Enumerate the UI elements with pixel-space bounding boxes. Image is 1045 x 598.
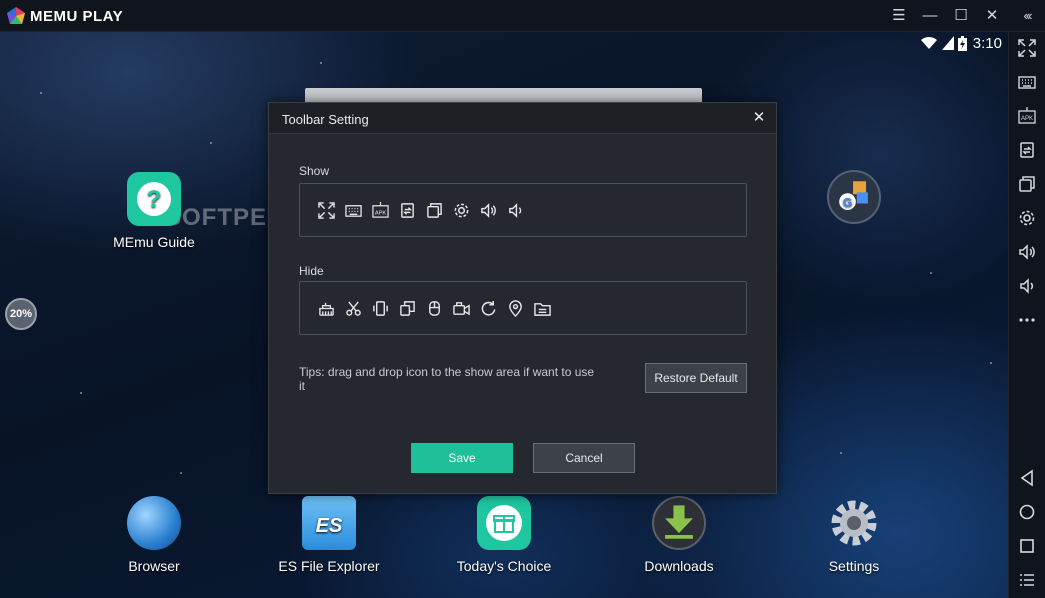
- memu-logo-icon: [7, 7, 25, 24]
- folder-icon: ES: [302, 496, 356, 550]
- app-label: Downloads: [644, 558, 714, 574]
- more-icon[interactable]: [1015, 308, 1039, 332]
- battery-icon: [957, 35, 967, 51]
- settings-icon[interactable]: [451, 200, 471, 220]
- hide-area[interactable]: [299, 281, 747, 335]
- svg-text:ES: ES: [316, 515, 343, 537]
- app-label: ES File Explorer: [278, 558, 380, 574]
- gear-icon: [827, 496, 881, 550]
- apk-icon[interactable]: APK: [1015, 104, 1039, 128]
- svg-text:G: G: [843, 195, 852, 209]
- restore-default-button[interactable]: Restore Default: [645, 363, 747, 393]
- memory-clean-icon[interactable]: [316, 298, 336, 318]
- keyboard-icon[interactable]: [343, 200, 363, 220]
- dialog-header: Toolbar Setting ✕: [269, 103, 776, 134]
- globe-icon: [127, 496, 181, 550]
- settings-icon[interactable]: [1015, 206, 1039, 230]
- svg-text:?: ?: [147, 186, 162, 213]
- app-downloads[interactable]: Downloads: [624, 496, 734, 574]
- app-google-folder[interactable]: G: [799, 170, 909, 232]
- home-icon[interactable]: [1015, 500, 1039, 524]
- app-settings[interactable]: Settings: [799, 496, 909, 574]
- shake-icon[interactable]: [370, 298, 390, 318]
- side-toolbar: APK: [1008, 32, 1045, 598]
- apk-icon[interactable]: APK: [370, 200, 390, 220]
- app-label: Today's Choice: [456, 558, 552, 574]
- mouse-icon[interactable]: [424, 298, 444, 318]
- google-folder-icon: G: [827, 170, 881, 224]
- wifi-icon: [920, 36, 937, 49]
- app-memu-guide[interactable]: ? MEmu Guide: [99, 172, 209, 250]
- close-icon[interactable]: ✕: [981, 6, 1003, 26]
- dialog-close-icon[interactable]: ✕: [750, 109, 768, 127]
- multi-window-icon[interactable]: [424, 200, 444, 220]
- fullscreen-icon[interactable]: [316, 200, 336, 220]
- menu-list-icon[interactable]: [1015, 568, 1039, 592]
- download-icon: [652, 496, 706, 550]
- memory-widget[interactable]: 20%: [5, 298, 37, 330]
- minimize-icon[interactable]: —: [919, 6, 941, 26]
- hide-label: Hide: [299, 264, 324, 278]
- gift-icon: [477, 496, 531, 550]
- app-label: MEmu Guide: [113, 234, 195, 250]
- volume-up-icon[interactable]: [478, 200, 498, 220]
- status-bar: 3:10: [920, 34, 1002, 52]
- volume-down-icon[interactable]: [505, 200, 525, 220]
- signal-icon: [941, 36, 954, 50]
- title-bar: MEMU PLAY ☰ — ☐ ✕ ‹‹‹: [0, 0, 1045, 32]
- show-label: Show: [299, 164, 330, 178]
- toolbar-setting-dialog: Toolbar Setting ✕ Show APK Hide Tips: dr…: [268, 102, 777, 494]
- volume-down-icon[interactable]: [1015, 274, 1039, 298]
- video-record-icon[interactable]: [451, 298, 471, 318]
- dialog-title: Toolbar Setting: [282, 112, 369, 127]
- save-button[interactable]: Save: [411, 443, 513, 473]
- app-brand: MEMU PLAY: [30, 8, 124, 25]
- app-todays-choice[interactable]: Today's Choice: [449, 496, 559, 574]
- collapse-toolbar-icon[interactable]: ‹‹‹: [1015, 6, 1039, 26]
- tips-text: Tips: drag and drop icon to the show are…: [299, 365, 595, 393]
- app-label: Settings: [828, 558, 880, 574]
- screenshot-cut-icon[interactable]: [343, 298, 363, 318]
- cancel-button[interactable]: Cancel: [533, 443, 635, 473]
- svg-text:APK: APK: [1021, 116, 1033, 122]
- show-area[interactable]: APK: [299, 183, 747, 237]
- fullscreen-icon[interactable]: [1015, 36, 1039, 60]
- location-icon[interactable]: [505, 298, 525, 318]
- hamburger-menu-icon[interactable]: ☰: [888, 6, 910, 26]
- maximize-icon[interactable]: ☐: [950, 6, 972, 26]
- clock: 3:10: [972, 34, 1002, 52]
- rotate-screen-icon[interactable]: [1015, 138, 1039, 162]
- shared-folder-icon[interactable]: [532, 298, 552, 318]
- volume-up-icon[interactable]: [1015, 240, 1039, 264]
- app-es-file-explorer[interactable]: ES ES File Explorer: [274, 496, 384, 574]
- rotate-screen-icon[interactable]: [397, 200, 417, 220]
- app-browser[interactable]: Browser: [99, 496, 209, 574]
- help-icon: ?: [127, 172, 181, 226]
- keyboard-icon[interactable]: [1015, 70, 1039, 94]
- recent-apps-icon[interactable]: [1015, 534, 1039, 558]
- copy-icon[interactable]: [397, 298, 417, 318]
- svg-text:APK: APK: [374, 210, 386, 216]
- multi-window-icon[interactable]: [1015, 172, 1039, 196]
- back-icon[interactable]: [1015, 466, 1039, 490]
- app-label: Browser: [128, 558, 180, 574]
- refresh-icon[interactable]: [478, 298, 498, 318]
